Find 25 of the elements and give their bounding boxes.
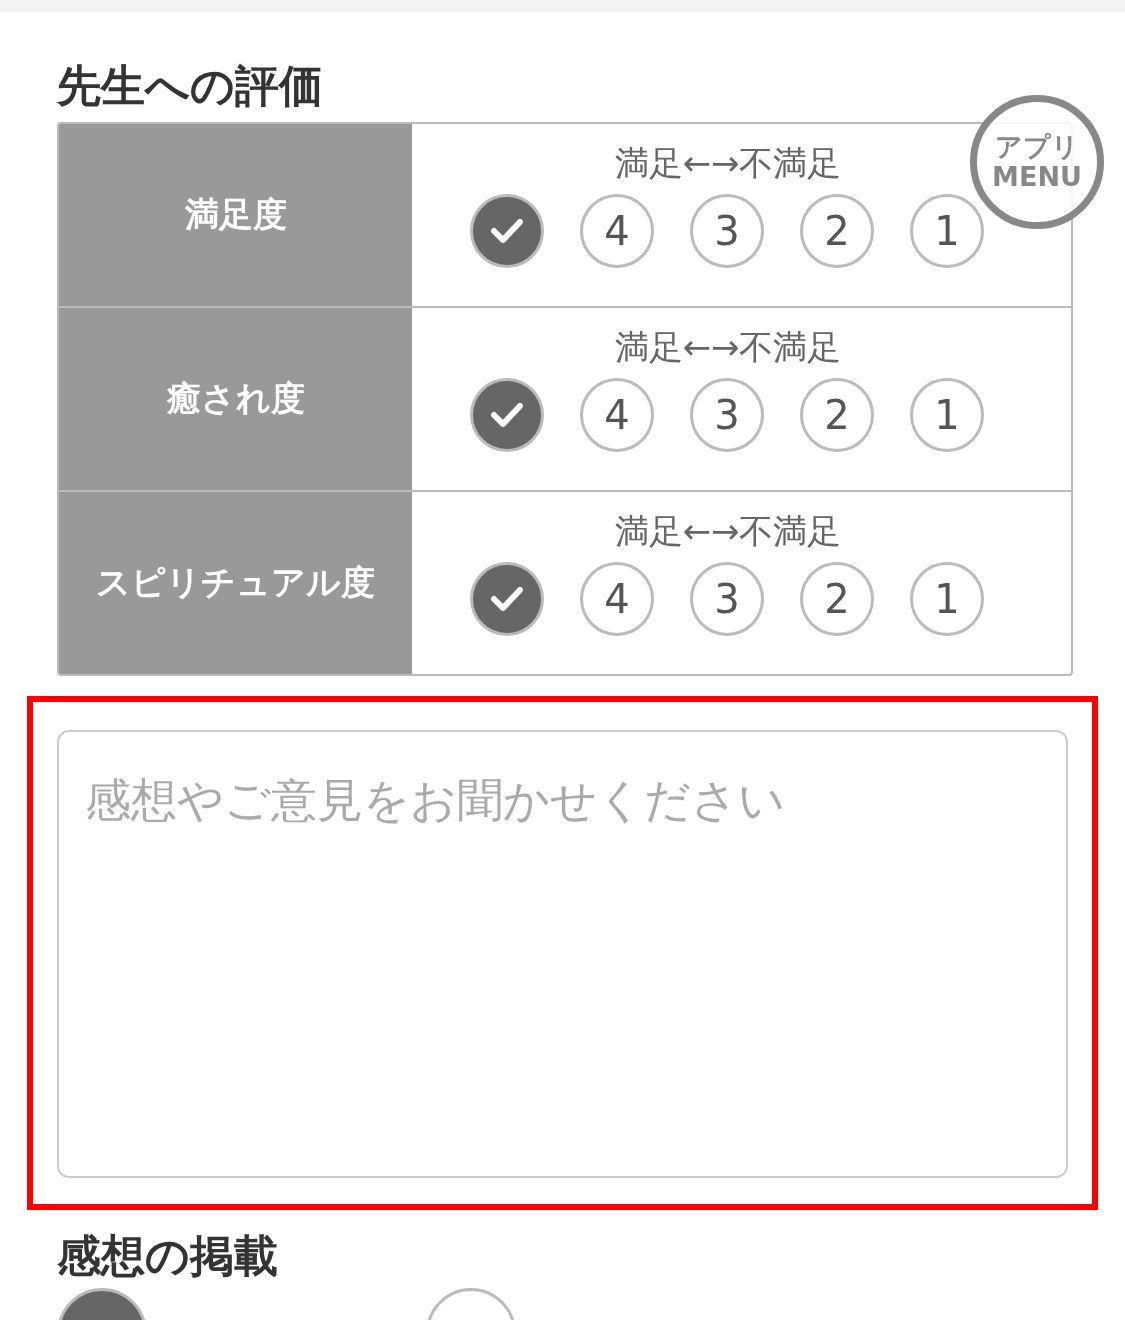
section-title: 感想の掲載 [57,1234,279,1278]
check-icon [490,585,524,613]
rating-option[interactable]: 1 [910,194,984,268]
scale-caption: 満足←→不満足 [613,146,843,180]
rating-label: 満足度 [59,124,412,306]
rating-option[interactable]: 3 [690,378,764,452]
rating-option[interactable]: 1 [910,562,984,636]
rating-label: 癒され度 [59,308,412,490]
comment-field[interactable]: 感想やご意見をお聞かせください [57,730,1068,1178]
section-title: 先生への評価 [57,64,324,108]
rating-option[interactable]: 4 [580,194,654,268]
rating-option[interactable]: 2 [800,194,874,268]
app-menu-button[interactable]: アプリ MENU [970,95,1104,229]
rating-option[interactable]: 1 [910,378,984,452]
rating-option[interactable]: 2 [800,562,874,636]
rating-option[interactable]: 3 [690,194,764,268]
scale-caption: 満足←→不満足 [613,330,843,364]
rating-option[interactable]: 3 [690,562,764,636]
check-icon [490,217,524,245]
rating-option[interactable]: 2 [800,378,874,452]
rating-option[interactable]: 4 [580,378,654,452]
rating-label: スピリチュアル度 [59,492,412,674]
scale-caption: 満足←→不満足 [613,514,843,548]
rating-option[interactable]: 4 [580,562,654,636]
check-icon [490,401,524,429]
